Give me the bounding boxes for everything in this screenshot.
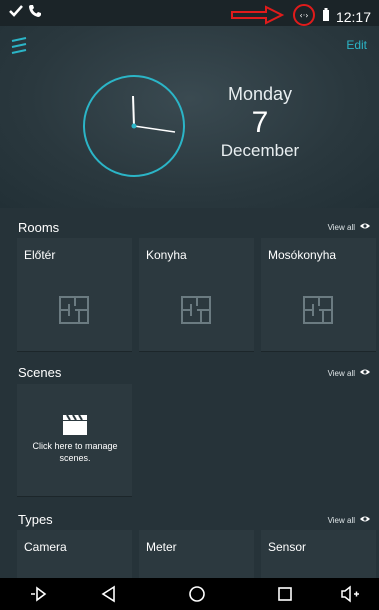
rooms-view-all[interactable]: View all xyxy=(328,222,371,232)
room-label: Előtér xyxy=(24,248,56,262)
eye-icon xyxy=(359,515,371,525)
type-tile-meter[interactable]: Meter xyxy=(139,530,254,578)
battery-icon xyxy=(322,8,330,25)
room-tile-mosokonyha[interactable]: Mosókonyha xyxy=(261,238,376,351)
status-time: 12:17 xyxy=(335,8,371,25)
back-icon[interactable] xyxy=(100,585,118,608)
type-tile-sensor[interactable]: Sensor xyxy=(261,530,376,578)
eye-icon xyxy=(359,368,371,378)
floorplan-icon xyxy=(303,296,333,329)
manage-scenes-text: Click here to manage scenes. xyxy=(32,441,118,463)
clapperboard-icon xyxy=(62,414,88,441)
rooms-title: Rooms xyxy=(18,220,60,235)
date-month: December xyxy=(220,141,300,160)
menu-icon[interactable] xyxy=(10,36,30,61)
recent-apps-icon[interactable] xyxy=(276,585,294,608)
manage-scenes-tile[interactable]: Click here to manage scenes. xyxy=(17,384,132,496)
scenes-view-all-label[interactable]: View all xyxy=(328,369,355,378)
floorplan-icon xyxy=(181,296,211,329)
eye-icon xyxy=(359,222,371,232)
room-label: Mosókonyha xyxy=(268,248,337,262)
arrow-annotation-icon xyxy=(230,5,286,28)
types-view-all[interactable]: View all xyxy=(328,515,371,525)
rooms-view-all-label[interactable]: View all xyxy=(328,223,355,232)
volume-down-icon[interactable] xyxy=(30,585,48,608)
scenes-title: Scenes xyxy=(18,365,62,380)
svg-text:‹·›: ‹·› xyxy=(299,11,308,20)
room-tile-konyha[interactable]: Konyha xyxy=(139,238,254,351)
status-bar: ‹·› 12:17 xyxy=(0,0,379,26)
date-day: Monday xyxy=(227,84,293,104)
floorplan-icon xyxy=(59,296,89,329)
volume-up-icon[interactable] xyxy=(340,585,360,608)
type-label: Sensor xyxy=(268,540,307,554)
room-label: Konyha xyxy=(146,248,187,262)
edit-button[interactable]: Edit xyxy=(346,38,367,52)
home-icon[interactable] xyxy=(188,585,206,608)
room-tile-eloter[interactable]: Előtér xyxy=(17,238,132,351)
check-icon xyxy=(8,4,24,23)
phone-icon xyxy=(28,4,42,23)
types-title: Types xyxy=(18,512,53,527)
scenes-view-all[interactable]: View all xyxy=(328,368,371,378)
navigation-bar xyxy=(0,578,379,610)
type-label: Meter xyxy=(146,540,177,554)
type-tile-camera[interactable]: Camera xyxy=(17,530,132,578)
analog-clock xyxy=(82,74,186,183)
types-view-all-label[interactable]: View all xyxy=(328,516,355,525)
date-number: 7 xyxy=(251,106,269,139)
clock-header: Edit Monday 7 December xyxy=(0,26,379,208)
type-label: Camera xyxy=(24,540,67,554)
